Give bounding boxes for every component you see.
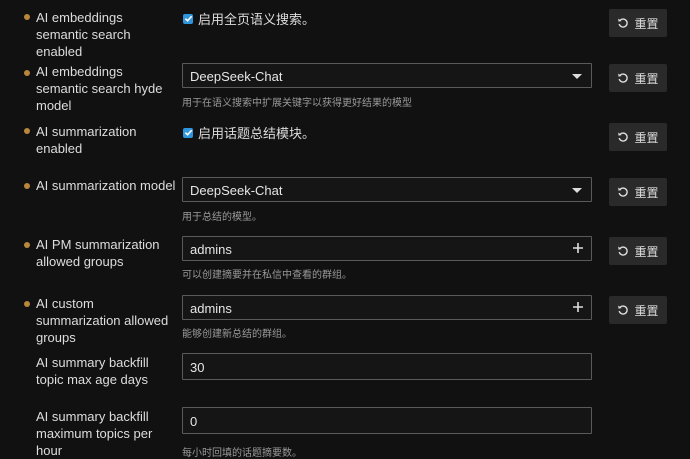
bullet-dot xyxy=(24,128,30,134)
undo-icon xyxy=(618,18,629,28)
summarization-checkbox-group[interactable]: 启用话题总结模块。 xyxy=(183,123,315,142)
check-icon xyxy=(184,129,192,136)
select-value: DeepSeek-Chat xyxy=(190,183,283,198)
setting-label: AI custom summarization allowed groups xyxy=(36,296,169,345)
reset-button-label: 重置 xyxy=(634,71,659,86)
pm-summarization-groups-input[interactable]: admins xyxy=(182,236,592,261)
bullet-dot xyxy=(24,242,30,248)
check-icon xyxy=(184,15,192,22)
setting-label: AI summary backfill topic max age days xyxy=(36,355,149,387)
number-value: 0 xyxy=(190,414,198,429)
semantic-search-checkbox[interactable] xyxy=(183,13,193,24)
checkbox-label: 启用全页语义搜索。 xyxy=(198,12,316,27)
backfill-max-age-input[interactable]: 30 xyxy=(182,353,592,380)
summarization-model-select[interactable]: DeepSeek-Chat xyxy=(182,177,592,202)
setting-label: AI summarization model xyxy=(36,178,176,193)
bullet-dot xyxy=(24,301,30,307)
backfill-topics-per-hour-input[interactable]: 0 xyxy=(182,407,592,434)
reset-button-label: 重置 xyxy=(634,303,659,318)
reset-button[interactable]: 重置 xyxy=(609,9,667,37)
group-value: admins xyxy=(190,242,232,257)
custom-summarization-groups-input[interactable]: admins xyxy=(182,295,592,320)
setting-label: AI PM summarization allowed groups xyxy=(36,237,160,269)
reset-button-label: 重置 xyxy=(634,130,659,145)
summarization-checkbox[interactable] xyxy=(183,127,193,138)
undo-icon xyxy=(618,187,629,197)
plus-icon[interactable] xyxy=(572,242,584,254)
undo-icon xyxy=(618,132,629,142)
setting-label: AI embeddings semantic search hyde model xyxy=(36,64,163,113)
bullet-dot xyxy=(24,70,30,76)
bullet-dot xyxy=(24,183,30,189)
undo-icon xyxy=(618,73,629,83)
undo-icon xyxy=(618,246,629,256)
group-value: admins xyxy=(190,301,232,316)
reset-button[interactable]: 重置 xyxy=(609,178,667,206)
setting-hint: 用于在语义搜索中扩展关键字以获得更好结果的模型 xyxy=(182,98,412,109)
setting-hint: 可以创建摘要并在私信中查看的群组。 xyxy=(182,270,352,281)
setting-label: AI embeddings semantic search enabled xyxy=(36,10,131,59)
select-value: DeepSeek-Chat xyxy=(190,69,283,84)
setting-hint: 用于总结的模型。 xyxy=(182,212,262,223)
checkbox-label: 启用话题总结模块。 xyxy=(198,126,316,141)
reset-button-label: 重置 xyxy=(634,16,659,31)
caret-down-icon xyxy=(572,188,582,193)
setting-label: AI summarization enabled xyxy=(36,124,137,156)
reset-button[interactable]: 重置 xyxy=(609,296,667,324)
bullet-dot xyxy=(24,14,30,20)
reset-button[interactable]: 重置 xyxy=(609,64,667,92)
reset-button[interactable]: 重置 xyxy=(609,237,667,265)
number-value: 30 xyxy=(190,360,205,375)
caret-down-icon xyxy=(572,74,582,79)
reset-button[interactable]: 重置 xyxy=(609,123,667,151)
setting-hint: 能够创建新总结的群组。 xyxy=(182,329,292,340)
setting-label: AI summary backfill maximum topics per h… xyxy=(36,409,153,458)
hyde-model-select[interactable]: DeepSeek-Chat xyxy=(182,63,592,88)
plus-icon[interactable] xyxy=(572,301,584,313)
reset-button-label: 重置 xyxy=(634,185,659,200)
reset-button-label: 重置 xyxy=(634,244,659,259)
semantic-search-checkbox-group[interactable]: 启用全页语义搜索。 xyxy=(183,9,315,28)
undo-icon xyxy=(618,305,629,315)
